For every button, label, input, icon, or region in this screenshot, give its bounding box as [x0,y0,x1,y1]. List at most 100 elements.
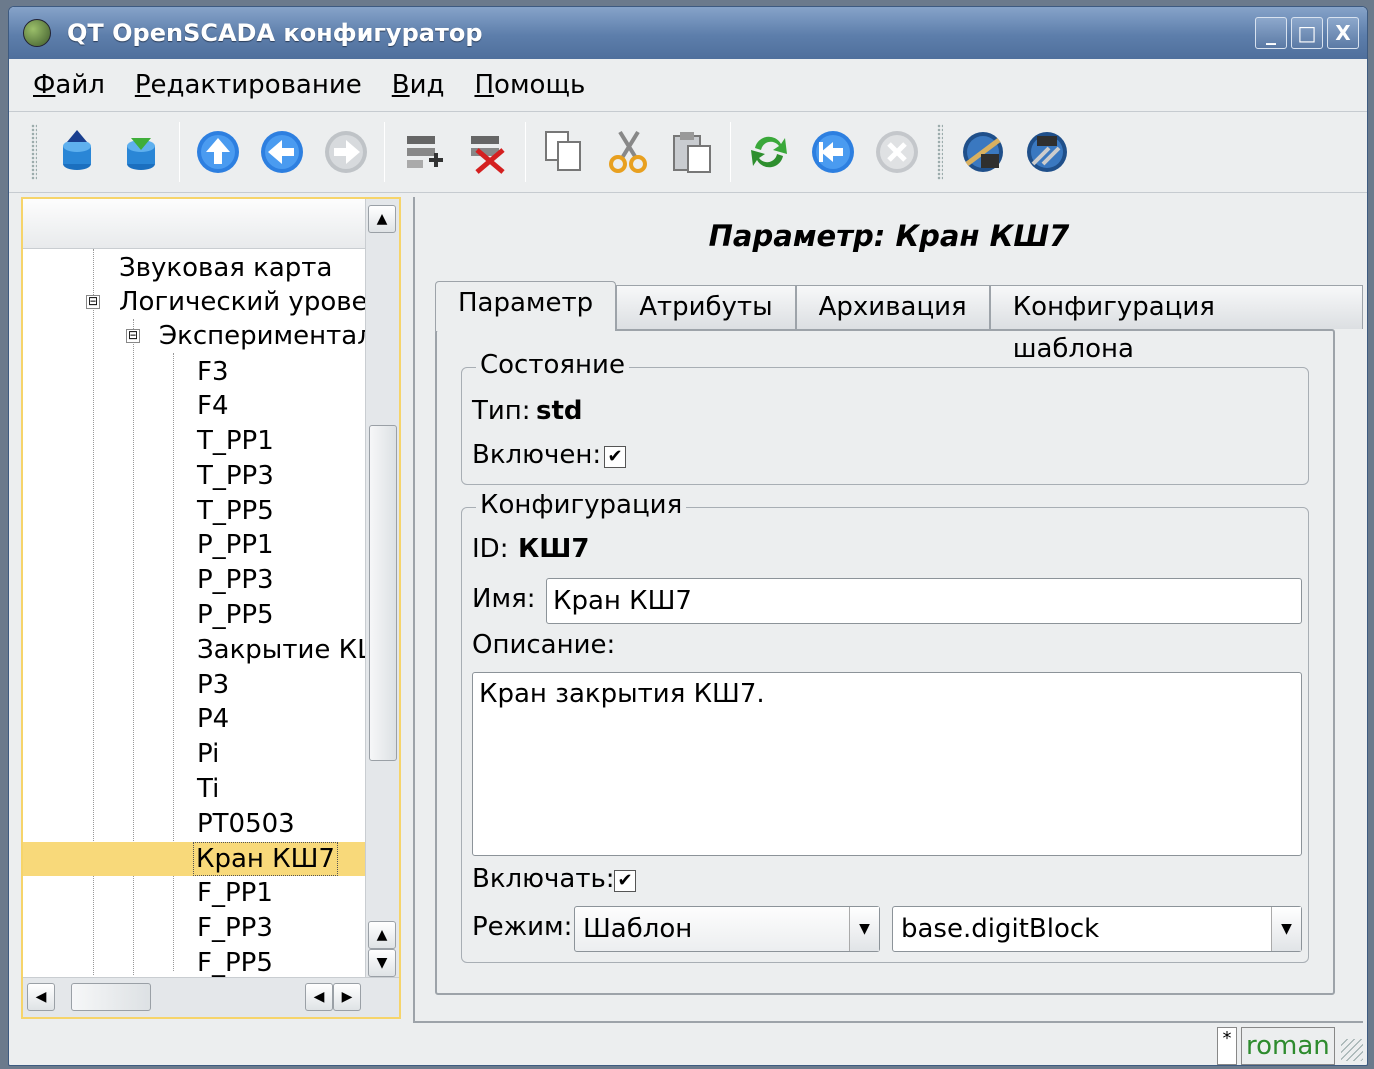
tree-vertical-scrollbar[interactable]: ▲ ▲ ▼ [365,199,399,979]
toolbar-separator [730,122,731,182]
modified-indicator: * [1217,1027,1237,1065]
paste-icon[interactable] [664,124,720,180]
cut-icon[interactable] [600,124,656,180]
tree-guide-line [173,353,174,971]
page-title: Параметр: Кран КШ7 [708,219,1070,253]
scroll-thumb[interactable] [71,983,151,1011]
tab-content: Состояние Тип: std Включен: ✔ Конфигурац… [435,329,1335,995]
tab-attributes[interactable]: Атрибуты [616,285,796,329]
enable-label: Включать: [472,864,615,894]
state-legend: Состояние [476,350,629,380]
toolbar [9,111,1367,193]
tree-item[interactable]: PT0503 [197,807,295,841]
navigation-tree[interactable]: Звуковая карта ⊟ Логический уровень ⊟ Эк… [21,197,401,1019]
id-label: ID: [472,534,509,564]
tree-item-label: Кран КШ7 [193,842,338,876]
scroll-up-icon[interactable]: ▲ [368,921,396,949]
tree-item[interactable]: T_PP3 [197,459,274,493]
enabled-label: Включен: [472,440,602,470]
close-button[interactable]: X [1327,17,1359,49]
mode-label: Режим: [472,912,573,942]
menu-help[interactable]: Помощь [474,70,585,100]
toolbar-separator [384,122,385,182]
toolbar-grip-icon[interactable] [31,124,37,180]
collapse-icon[interactable]: ⊟ [126,329,140,343]
resize-grip-icon[interactable] [1341,1039,1363,1061]
menu-file[interactable]: Файл [33,70,105,100]
config-group: Конфигурация ID: КШ7 Имя: Кран КШ7 Описа… [461,490,1309,963]
network-tool-icon[interactable] [955,124,1011,180]
description-label: Описание: [472,630,616,660]
tree-item[interactable]: Ti [197,772,219,806]
chevron-down-icon[interactable]: ▼ [849,907,879,951]
delete-item-icon[interactable] [459,124,515,180]
tree-item[interactable]: P_PP3 [197,563,274,597]
scroll-right-icon[interactable]: ▶ [333,983,361,1011]
collapse-icon[interactable]: ⊟ [86,295,100,309]
type-label: Тип: [472,396,531,426]
tree-item[interactable]: T_PP5 [197,494,274,528]
content-panel: Параметр: Кран КШ7 Параметр Атрибуты Арх… [413,197,1363,1023]
maximize-button[interactable]: □ [1291,17,1323,49]
scroll-thumb[interactable] [369,425,397,761]
start-icon[interactable] [805,124,861,180]
tree-item[interactable]: Pi [197,737,219,771]
stop-icon[interactable] [869,124,925,180]
tree-item[interactable]: F4 [197,389,229,423]
title-bar[interactable]: QT OpenSCADA конфигуратор _ □ X [9,7,1367,59]
minimize-button[interactable]: _ [1255,17,1287,49]
scroll-left-icon[interactable]: ◀ [305,983,333,1011]
scroll-up-icon[interactable]: ▲ [368,205,396,233]
tree-item[interactable]: F_PP5 [197,946,273,980]
tree-horizontal-scrollbar[interactable]: ◀ ◀ ▶ [23,977,399,1017]
template-select[interactable]: base.digitBlock ▼ [892,906,1302,952]
window-title: QT OpenSCADA конфигуратор [67,19,483,47]
tab-parameter[interactable]: Параметр [435,281,617,331]
enable-checkbox[interactable]: ✔ [614,870,636,892]
tree-guide-line [133,319,134,975]
scroll-left-icon[interactable]: ◀ [27,983,55,1011]
tree-item-selected[interactable]: Кран КШ7 [23,842,365,876]
arrow-up-icon[interactable] [190,124,246,180]
scroll-down-icon[interactable]: ▼ [368,949,396,977]
tree-item[interactable]: Экспериментальн [159,319,365,353]
chevron-down-icon[interactable]: ▼ [1271,907,1301,951]
db-load-icon[interactable] [49,124,105,180]
name-input[interactable]: Кран КШ7 [546,578,1302,624]
refresh-icon[interactable] [741,124,797,180]
tree-item[interactable]: P4 [197,702,229,736]
tree-item[interactable]: Логический уровень [119,285,400,319]
tree-item[interactable]: P_PP1 [197,528,274,562]
toolbar-separator [525,122,526,182]
tree-item[interactable]: F_PP3 [197,911,273,945]
tab-template-config[interactable]: Конфигурация шаблона [989,285,1363,364]
copy-icon[interactable] [536,124,592,180]
menu-edit[interactable]: Редактирование [135,70,362,100]
name-label: Имя: [472,584,536,614]
tree-item[interactable]: Звуковая карта [119,251,332,285]
tree-item[interactable]: Закрытие КШ [197,633,365,667]
add-item-icon[interactable] [395,124,451,180]
tree-header[interactable] [23,199,365,249]
arrow-forward-icon[interactable] [318,124,374,180]
tree-item[interactable]: F_PP1 [197,876,273,910]
db-save-icon[interactable] [113,124,169,180]
template-select-value: base.digitBlock [901,914,1100,944]
type-value: std [536,396,583,426]
toolbar-separator [179,122,180,182]
enabled-checkbox[interactable]: ✔ [604,446,626,468]
description-textarea[interactable]: Кран закрытия КШ7. [472,672,1302,856]
menu-view[interactable]: Вид [392,70,445,100]
tools-icon[interactable] [1019,124,1075,180]
user-label[interactable]: roman [1241,1027,1335,1065]
toolbar-grip-icon[interactable] [937,124,943,180]
tree-item[interactable]: P3 [197,668,229,702]
tree-item[interactable]: F3 [197,355,229,389]
menu-bar: Файл Редактирование Вид Помощь [9,59,1367,111]
tree-item[interactable]: T_PP1 [197,424,274,458]
state-group: Состояние Тип: std Включен: ✔ [461,350,1309,485]
tree-item[interactable]: P_PP5 [197,598,274,632]
tab-archiving[interactable]: Архивация [795,285,990,329]
arrow-back-icon[interactable] [254,124,310,180]
mode-select[interactable]: Шаблон ▼ [574,906,880,952]
